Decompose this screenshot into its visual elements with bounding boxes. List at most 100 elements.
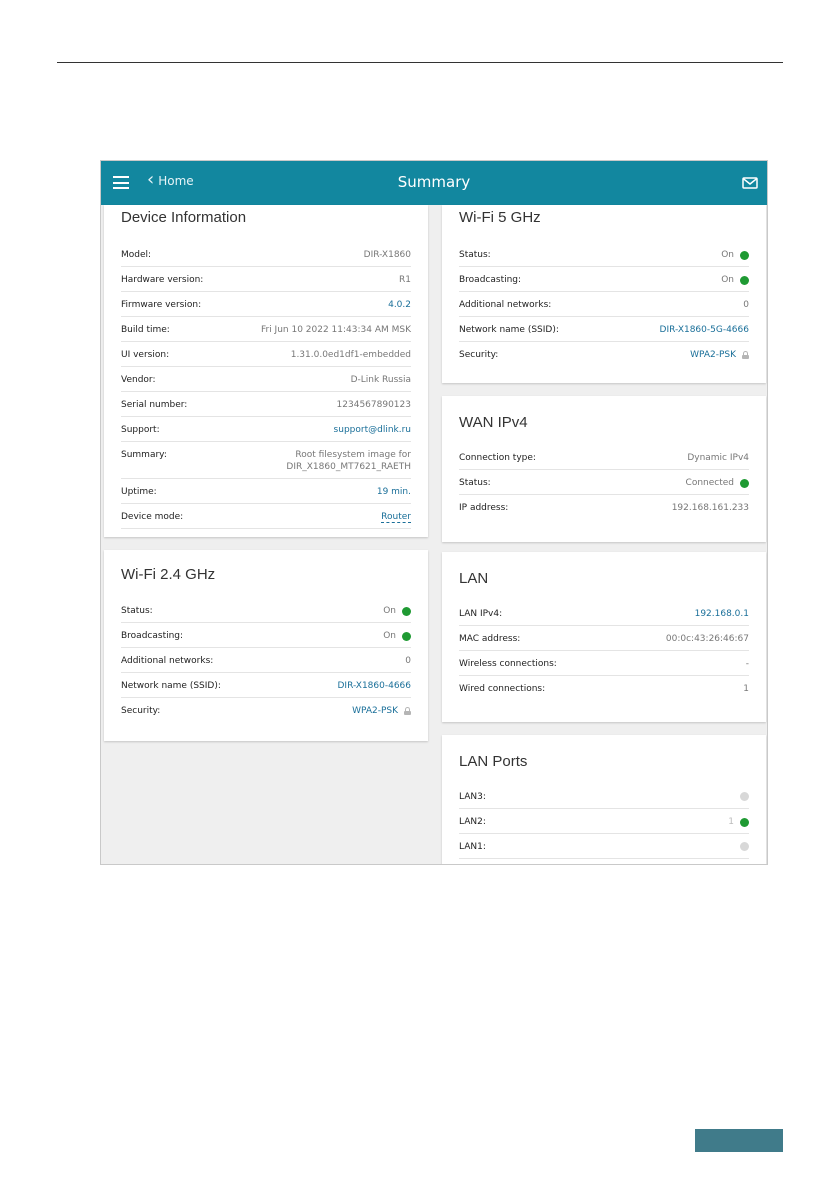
firmware-version-link[interactable]: 4.0.2 — [388, 292, 411, 310]
wifi24-row-additional: Additional networks: 0 — [121, 648, 411, 673]
wifi-5-card: Wi-Fi 5 GHz Status: On Broadcasting: On Ad… — [442, 205, 766, 383]
lan-port-row-lan3: LAN3: — [459, 784, 749, 809]
row-label: Security: — [121, 706, 161, 716]
row-label: Connection type: — [459, 453, 536, 463]
row-value: 0 — [743, 300, 749, 310]
support-email-link[interactable]: support@dlink.ru — [334, 417, 411, 435]
info-row-build-time: Build time: Fri Jun 10 2022 11:43:34 AM M… — [121, 317, 411, 342]
status-on-icon — [740, 478, 749, 488]
wifi24-row-status: Status: On — [121, 598, 411, 623]
row-value: 1 — [728, 809, 749, 827]
row-value: 192.168.161.233 — [671, 503, 749, 513]
row-label: Broadcasting: — [121, 631, 184, 641]
status-on-icon — [740, 817, 749, 827]
lan-row-wired: Wired connections: 1 — [459, 676, 749, 701]
status-off-icon — [740, 842, 749, 851]
info-row-summary: Summary: Root filesystem image for DIR_X18… — [121, 442, 411, 479]
info-row-ui-version: UI version: 1.31.0.0ed1df1-embedded — [121, 342, 411, 367]
info-row-hardware: Hardware version: R1 — [121, 267, 411, 292]
wan-row-status: Status: Connected — [459, 470, 749, 495]
status-on-icon — [402, 631, 411, 641]
wifi-5-title: Wi-Fi 5 GHz — [459, 209, 541, 226]
row-label: Status: — [121, 606, 153, 616]
lock-icon — [742, 351, 749, 359]
lan-row-ipv4: LAN IPv4: 192.168.0.1 — [459, 601, 749, 626]
row-label: Summary: — [121, 450, 167, 460]
lan-port-row-lan2: LAN2: 1 — [459, 809, 749, 834]
lan-port-row-lan1: LAN1: — [459, 834, 749, 859]
row-label: Network name (SSID): — [459, 325, 559, 335]
lan-ipv4-link[interactable]: 192.168.0.1 — [695, 601, 749, 619]
row-value: Dynamic IPv4 — [687, 453, 749, 463]
row-value: Connected — [686, 470, 749, 488]
row-value: 1.31.0.0ed1df1-embedded — [290, 350, 411, 360]
wan-ipv4-card: WAN IPv4 Connection type: Dynamic IPv4 St… — [442, 396, 766, 542]
port-speed-text: 1 — [728, 817, 734, 827]
info-row-firmware: Firmware version: 4.0.2 — [121, 292, 411, 317]
device-mode-link[interactable]: Router — [381, 504, 411, 523]
row-value: R1 — [399, 275, 411, 285]
row-label: Hardware version: — [121, 275, 204, 285]
row-value: DIR-X1860 — [363, 250, 411, 260]
row-label: LAN2: — [459, 817, 486, 827]
screenshot-frame: ‹ Home Summary Device Information Model:… — [100, 160, 768, 865]
row-label: Serial number: — [121, 400, 188, 410]
summary-line-1: Root filesystem image for — [295, 450, 411, 460]
status-on-icon — [740, 250, 749, 260]
wifi5-row-broadcasting: Broadcasting: On — [459, 267, 749, 292]
info-row-vendor: Vendor: D-Link Russia — [121, 367, 411, 392]
info-row-uptime: Uptime: 19 min. — [121, 479, 411, 504]
ssid-link[interactable]: DIR-X1860-5G-4666 — [660, 317, 749, 335]
security-link[interactable]: WPA2-PSK — [690, 342, 749, 360]
row-value: On — [721, 267, 749, 285]
status-text: On — [721, 275, 734, 285]
row-label: UI version: — [121, 350, 170, 360]
row-label: Additional networks: — [459, 300, 552, 310]
ssid-link[interactable]: DIR-X1860-4666 — [338, 673, 412, 691]
lan-row-wireless: Wireless connections: - — [459, 651, 749, 676]
row-label: Vendor: — [121, 375, 156, 385]
status-text: On — [721, 250, 734, 260]
wifi5-row-security: Security: WPA2-PSK — [459, 342, 749, 367]
row-value: On — [383, 623, 411, 641]
row-label: LAN IPv4: — [459, 609, 503, 619]
row-label: Additional networks: — [121, 656, 214, 666]
row-label: Support: — [121, 425, 160, 435]
row-label: Device mode: — [121, 512, 184, 522]
device-information-card: Device Information Model: DIR-X1860 Hardw… — [104, 205, 428, 537]
lock-icon — [404, 707, 411, 715]
wifi-24-title: Wi-Fi 2.4 GHz — [121, 566, 216, 583]
wan-row-connection-type: Connection type: Dynamic IPv4 — [459, 445, 749, 470]
row-value: Root filesystem image for DIR_X1860_MT762… — [286, 442, 411, 472]
status-off-icon — [740, 792, 749, 801]
row-label: Wireless connections: — [459, 659, 557, 669]
lan-title: LAN — [459, 570, 489, 587]
status-on-icon — [402, 606, 411, 616]
wan-row-ip: IP address: 192.168.161.233 — [459, 495, 749, 520]
wifi24-row-security: Security: WPA2-PSK — [121, 698, 411, 723]
status-text: On — [383, 631, 396, 641]
row-label: Uptime: — [121, 487, 157, 497]
summary-line-2: DIR_X1860_MT7621_RAETH — [286, 462, 411, 472]
security-text: WPA2-PSK — [352, 706, 398, 716]
row-label: Build time: — [121, 325, 170, 335]
row-label: LAN3: — [459, 792, 486, 802]
row-value — [734, 784, 749, 801]
row-label: Firmware version: — [121, 300, 202, 310]
device-mode-value: Router — [381, 512, 411, 523]
row-value: - — [745, 659, 749, 669]
row-value — [734, 834, 749, 851]
mail-icon[interactable] — [741, 174, 759, 192]
row-value: On — [721, 242, 749, 260]
row-value: 0 — [405, 656, 411, 666]
wifi5-row-status: Status: On — [459, 242, 749, 267]
row-label: Wired connections: — [459, 684, 546, 694]
row-label: MAC address: — [459, 634, 521, 644]
wifi-24-card: Wi-Fi 2.4 GHz Status: On Broadcasting: On … — [104, 550, 428, 741]
security-link[interactable]: WPA2-PSK — [352, 698, 411, 716]
status-on-icon — [740, 275, 749, 285]
row-value: 19 min. — [376, 487, 411, 497]
row-label: IP address: — [459, 503, 509, 513]
row-label: Status: — [459, 250, 491, 260]
app-header: ‹ Home Summary — [101, 161, 767, 205]
